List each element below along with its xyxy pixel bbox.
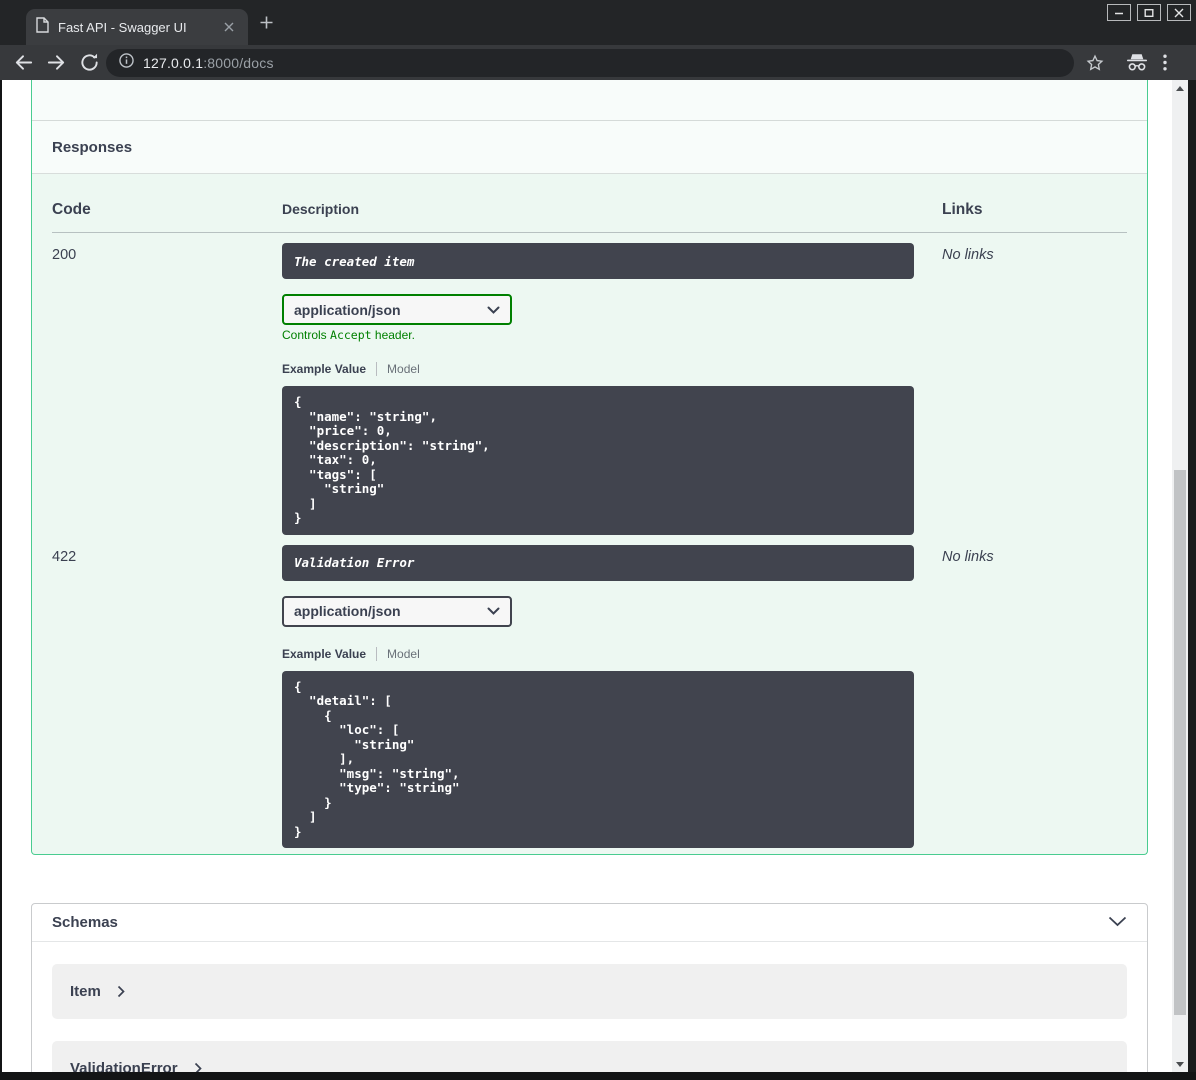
response-description-box: Validation Error <box>282 544 914 581</box>
tab-example-value[interactable]: Example Value <box>282 362 366 376</box>
window-border-bottom <box>0 1072 1196 1080</box>
browser-titlebar: Fast API - Swagger UI <box>0 0 1196 45</box>
opblock-section-divider <box>32 80 1147 121</box>
scroll-down-icon[interactable] <box>1176 1062 1184 1067</box>
accept-header-note: Controls Accept header. <box>282 328 415 342</box>
tab-model[interactable]: Model <box>387 647 420 661</box>
response-code: 200 <box>52 247 77 263</box>
media-type-select[interactable]: application/json <box>282 294 512 325</box>
tab-model[interactable]: Model <box>387 362 420 376</box>
browser-toolbar: 127.0.0.1:8000/docs <box>0 45 1196 80</box>
column-header-description: Description <box>282 201 360 217</box>
example-json-block: { "detail": [ { "loc": [ "string" ], "ms… <box>282 670 914 848</box>
reload-icon[interactable] <box>79 52 100 78</box>
responses-table-header: Code Description Links <box>52 174 1127 233</box>
tab-divider <box>376 362 378 376</box>
url-text[interactable]: 127.0.0.1:8000/docs <box>143 55 274 71</box>
schemas-section: Schemas Item ValidationError <box>31 903 1148 1080</box>
swagger-page: Responses Code Description Links 200 The… <box>2 80 1172 1080</box>
forward-icon[interactable] <box>46 52 67 78</box>
scrollbar-thumb[interactable] <box>1174 470 1186 1015</box>
response-links: No links <box>942 548 994 565</box>
window-border-left <box>0 80 2 1080</box>
new-tab-icon[interactable] <box>260 16 273 34</box>
site-info-icon[interactable] <box>119 53 134 73</box>
response-code: 422 <box>52 548 77 565</box>
window-maximize-button[interactable] <box>1137 4 1161 21</box>
response-row-422: 422 Validation Error application/json Ex… <box>52 535 1127 848</box>
window-minimize-button[interactable] <box>1107 4 1131 21</box>
column-header-code: Code <box>52 201 91 218</box>
schemas-header[interactable]: Schemas <box>32 904 1147 942</box>
schemas-title: Schemas <box>52 914 118 931</box>
chevron-down-icon[interactable] <box>1108 914 1127 932</box>
example-json-code: { "detail": [ { "loc": [ "string" ], "ms… <box>294 678 460 839</box>
bookmark-star-icon[interactable] <box>1086 45 1104 80</box>
chevron-down-icon <box>487 301 500 319</box>
page-favicon-icon <box>36 16 49 38</box>
tab-example-value[interactable]: Example Value <box>282 647 366 661</box>
responses-section-header: Responses <box>32 121 1147 174</box>
response-links: No links <box>942 247 994 263</box>
schema-model-item[interactable]: Item <box>52 964 1127 1019</box>
example-json-code: { "name": "string", "price": 0, "descrip… <box>294 394 490 525</box>
address-bar[interactable]: 127.0.0.1:8000/docs <box>106 49 1074 77</box>
tab-divider <box>376 646 378 661</box>
opblock-post: Responses Code Description Links 200 The… <box>31 80 1148 855</box>
tab-title: Fast API - Swagger UI <box>58 19 187 35</box>
chevron-down-icon <box>487 602 500 620</box>
browser-tab[interactable]: Fast API - Swagger UI <box>26 9 248 45</box>
window-border-right <box>1188 80 1196 1080</box>
response-description-box: The created item <box>282 243 914 279</box>
scroll-up-icon[interactable] <box>1176 86 1184 91</box>
example-model-tabs: Example Value Model <box>282 646 942 661</box>
chevron-right-icon <box>117 985 125 998</box>
back-icon[interactable] <box>13 52 34 78</box>
tab-close-icon[interactable] <box>220 18 238 36</box>
responses-title: Responses <box>52 138 133 156</box>
example-json-block: { "name": "string", "price": 0, "descrip… <box>282 386 914 535</box>
incognito-icon <box>1126 45 1148 80</box>
window-close-button[interactable] <box>1167 4 1191 21</box>
vertical-scrollbar[interactable] <box>1172 80 1188 1080</box>
browser-menu-icon[interactable] <box>1163 45 1167 80</box>
column-header-links: Links <box>942 201 983 218</box>
responses-table: Code Description Links 200 The created i… <box>32 174 1147 848</box>
media-type-select[interactable]: application/json <box>282 595 512 627</box>
example-model-tabs: Example Value Model <box>282 362 942 376</box>
response-row-200: 200 The created item application/json Co… <box>52 233 1127 535</box>
